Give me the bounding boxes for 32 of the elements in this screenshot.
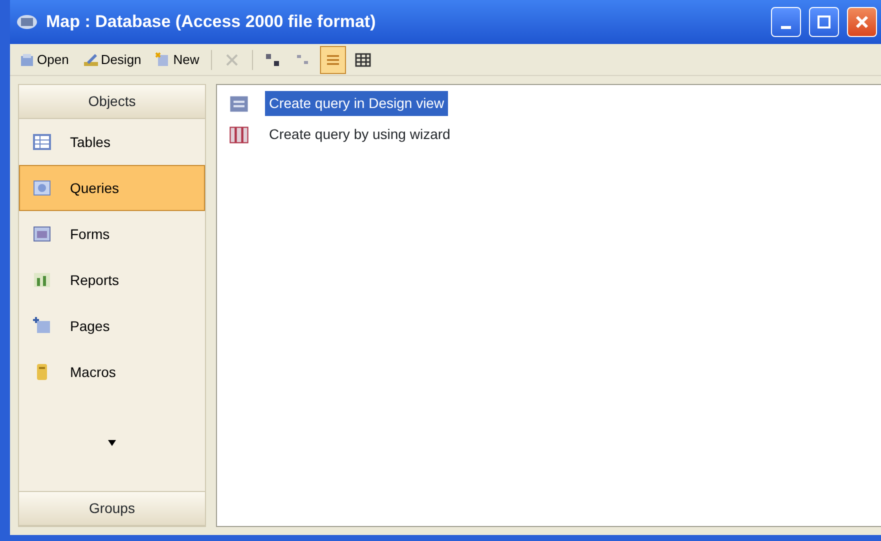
more-arrow-icon[interactable] [107, 440, 117, 446]
form-icon [32, 224, 52, 244]
database-icon [16, 13, 38, 31]
page-icon [32, 316, 52, 336]
groups-header[interactable]: Groups [19, 491, 205, 526]
open-icon [19, 52, 35, 68]
object-type-item[interactable]: Queries [19, 165, 205, 211]
minimize-icon [781, 26, 791, 28]
window-title: Map : Database (Access 2000 file format) [46, 11, 377, 34]
query-icon [32, 178, 52, 198]
details-view-icon [355, 52, 372, 68]
list-item[interactable]: Create query by using wizard [265, 122, 454, 147]
open-button[interactable]: Open [14, 46, 74, 74]
ruler-pencil-icon [82, 52, 99, 68]
close-button[interactable] [847, 7, 877, 37]
object-type-item[interactable]: Forms [19, 211, 205, 257]
table-icon [32, 132, 52, 152]
maximize-icon [817, 15, 831, 29]
close-icon [855, 15, 869, 29]
delete-icon [224, 52, 240, 68]
maximize-button[interactable] [809, 7, 839, 37]
report-icon [32, 270, 52, 290]
object-type-item[interactable]: Pages [19, 303, 205, 349]
object-type-item[interactable]: Reports [19, 257, 205, 303]
object-type-item[interactable]: Tables [19, 119, 205, 165]
object-type-item[interactable]: Macros [19, 349, 205, 395]
objects-header[interactable]: Objects [19, 85, 205, 119]
design-button[interactable]: Design [78, 46, 146, 74]
minimize-button[interactable] [771, 7, 801, 37]
list-item[interactable]: Create query in Design view [265, 91, 448, 116]
new-button[interactable]: New [150, 46, 204, 74]
large-icons-icon [265, 52, 282, 68]
